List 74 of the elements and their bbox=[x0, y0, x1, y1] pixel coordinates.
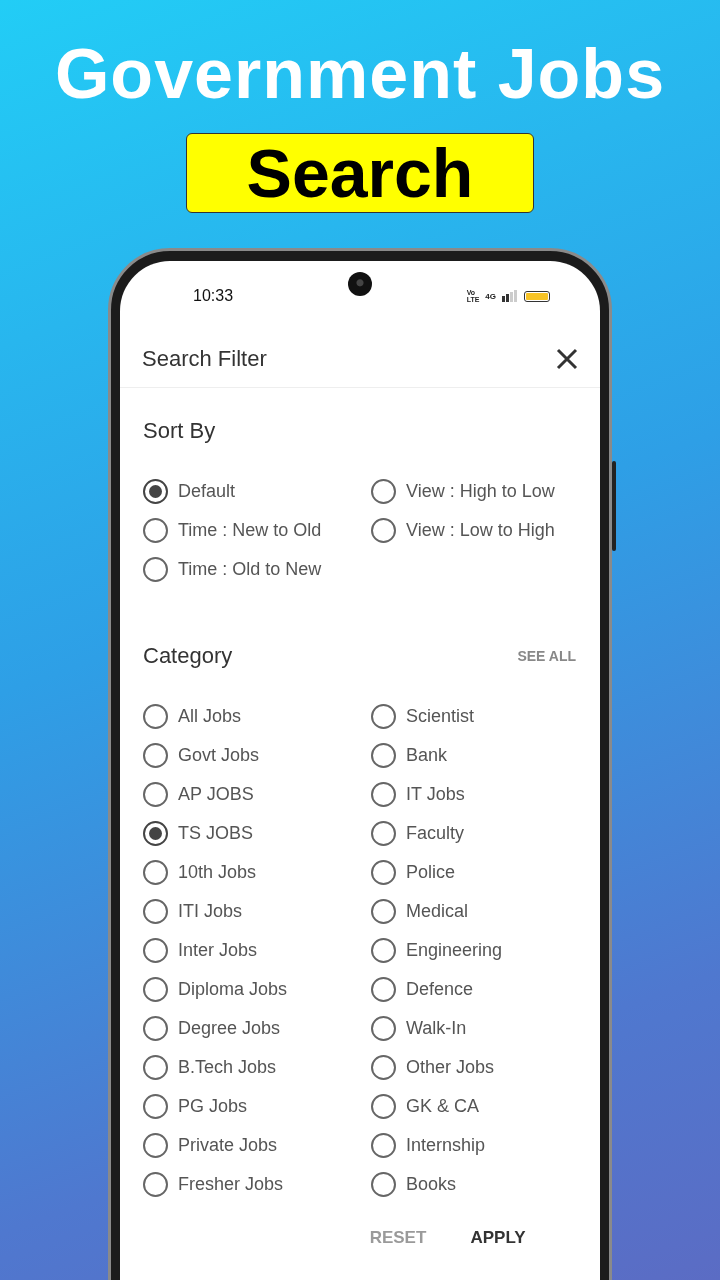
radio-option[interactable]: Default bbox=[143, 472, 371, 511]
radio-option[interactable]: Govt Jobs bbox=[143, 736, 371, 775]
radio-option[interactable]: Internship bbox=[371, 1126, 576, 1165]
radio-option[interactable]: Bank bbox=[371, 736, 576, 775]
radio-button[interactable] bbox=[143, 704, 168, 729]
radio-option[interactable]: Inter Jobs bbox=[143, 931, 371, 970]
radio-option[interactable]: View : High to Low bbox=[371, 472, 576, 511]
radio-option[interactable]: Other Jobs bbox=[371, 1048, 576, 1087]
radio-button[interactable] bbox=[371, 1016, 396, 1041]
search-banner: Search bbox=[186, 133, 534, 213]
radio-button[interactable] bbox=[371, 1094, 396, 1119]
radio-button[interactable] bbox=[371, 479, 396, 504]
radio-button[interactable] bbox=[371, 518, 396, 543]
radio-option[interactable]: PG Jobs bbox=[143, 1087, 371, 1126]
radio-option[interactable]: Fresher Jobs bbox=[143, 1165, 371, 1204]
status-time: 10:33 bbox=[193, 287, 234, 305]
radio-option[interactable]: IT Jobs bbox=[371, 775, 576, 814]
radio-button[interactable] bbox=[371, 1133, 396, 1158]
radio-button[interactable] bbox=[143, 1055, 168, 1080]
radio-button[interactable] bbox=[143, 1016, 168, 1041]
radio-option[interactable]: Diploma Jobs bbox=[143, 970, 371, 1009]
radio-button[interactable] bbox=[371, 704, 396, 729]
radio-button[interactable] bbox=[143, 782, 168, 807]
radio-button[interactable] bbox=[143, 479, 168, 504]
radio-option[interactable]: Walk-In bbox=[371, 1009, 576, 1048]
section-title: Sort By bbox=[143, 418, 216, 444]
radio-button[interactable] bbox=[143, 821, 168, 846]
battery-icon bbox=[524, 290, 550, 302]
radio-option[interactable]: Faculty bbox=[371, 814, 576, 853]
radio-button[interactable] bbox=[143, 977, 168, 1002]
radio-option[interactable]: Time : Old to New bbox=[143, 550, 371, 589]
radio-button[interactable] bbox=[371, 899, 396, 924]
radio-button[interactable] bbox=[143, 899, 168, 924]
radio-option[interactable]: Books bbox=[371, 1165, 576, 1204]
radio-button[interactable] bbox=[143, 518, 168, 543]
radio-button[interactable] bbox=[371, 743, 396, 768]
dialog-title: Search Filter bbox=[142, 346, 267, 372]
radio-button[interactable] bbox=[371, 782, 396, 807]
radio-button[interactable] bbox=[371, 1172, 396, 1197]
radio-option[interactable]: Engineering bbox=[371, 931, 576, 970]
radio-option[interactable]: Degree Jobs bbox=[143, 1009, 371, 1048]
radio-option[interactable]: ITI Jobs bbox=[143, 892, 371, 931]
radio-option[interactable]: GK & CA bbox=[371, 1087, 576, 1126]
radio-option[interactable]: Private Jobs bbox=[143, 1126, 371, 1165]
headline: Government Jobs bbox=[54, 34, 666, 115]
radio-button[interactable] bbox=[143, 1172, 168, 1197]
radio-button[interactable] bbox=[371, 977, 396, 1002]
radio-option[interactable]: B.Tech Jobs bbox=[143, 1048, 371, 1087]
section-title: Category bbox=[143, 643, 233, 669]
radio-button[interactable] bbox=[371, 821, 396, 846]
radio-button[interactable] bbox=[143, 938, 168, 963]
radio-option[interactable]: Defence bbox=[371, 970, 576, 1009]
radio-option[interactable]: Medical bbox=[371, 892, 576, 931]
radio-option[interactable]: 10th Jobs bbox=[143, 853, 371, 892]
radio-button[interactable] bbox=[371, 1055, 396, 1080]
radio-option[interactable]: Police bbox=[371, 853, 576, 892]
footer-button[interactable]: APPLY bbox=[458, 1222, 538, 1254]
radio-option[interactable]: All Jobs bbox=[143, 697, 371, 736]
radio-option[interactable]: Scientist bbox=[371, 697, 576, 736]
signal-icon bbox=[502, 290, 518, 302]
see-all-link[interactable]: SEE ALL bbox=[517, 648, 576, 664]
radio-option[interactable]: View : Low to High bbox=[371, 511, 576, 550]
radio-button[interactable] bbox=[371, 860, 396, 885]
radio-option[interactable]: Time : New to Old bbox=[143, 511, 371, 550]
radio-button[interactable] bbox=[143, 743, 168, 768]
radio-button[interactable] bbox=[143, 860, 168, 885]
radio-option[interactable]: TS JOBS bbox=[143, 814, 371, 853]
camera-icon bbox=[348, 272, 372, 296]
radio-option[interactable]: AP JOBS bbox=[143, 775, 371, 814]
radio-button[interactable] bbox=[143, 1133, 168, 1158]
network-label: 4G bbox=[485, 291, 496, 301]
radio-button[interactable] bbox=[143, 1094, 168, 1119]
radio-button[interactable] bbox=[371, 938, 396, 963]
radio-button[interactable] bbox=[143, 557, 168, 582]
